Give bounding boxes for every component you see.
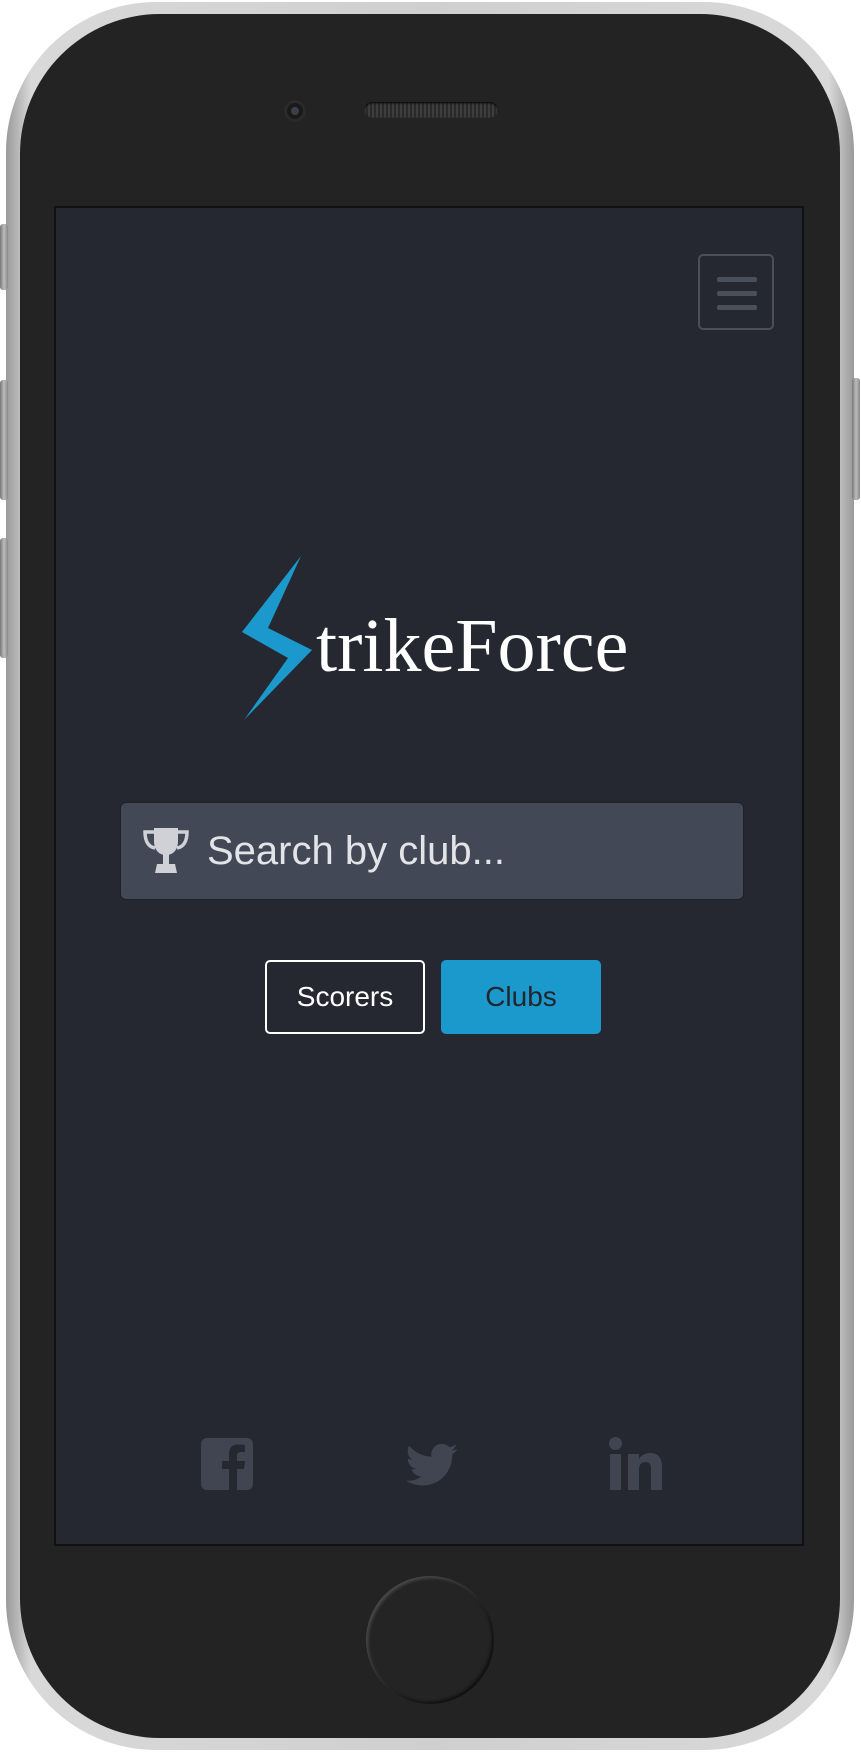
front-camera <box>284 100 306 122</box>
linkedin-link[interactable] <box>608 1436 664 1492</box>
trophy-icon <box>143 828 189 873</box>
app-logo: trikeForce <box>232 548 652 728</box>
home-button <box>366 1576 494 1704</box>
power-button <box>852 378 860 500</box>
linkedin-icon <box>609 1437 662 1490</box>
earpiece-speaker <box>364 102 498 118</box>
twitter-icon <box>406 1443 458 1486</box>
menu-button[interactable] <box>698 254 774 330</box>
mute-switch <box>0 224 8 290</box>
app-screen: trikeForce Scorers Clubs <box>54 206 804 1546</box>
lightning-bolt-icon <box>242 556 312 720</box>
twitter-link[interactable] <box>404 1436 460 1492</box>
logo-wordmark: trikeForce <box>316 604 629 688</box>
facebook-icon <box>201 1438 253 1490</box>
volume-up-button <box>0 380 8 500</box>
volume-down-button <box>0 538 8 658</box>
search-input[interactable] <box>207 803 727 899</box>
search-bar[interactable] <box>120 802 744 900</box>
scorers-button[interactable]: Scorers <box>265 960 425 1034</box>
clubs-button[interactable]: Clubs <box>441 960 601 1034</box>
facebook-link[interactable] <box>199 1436 255 1492</box>
